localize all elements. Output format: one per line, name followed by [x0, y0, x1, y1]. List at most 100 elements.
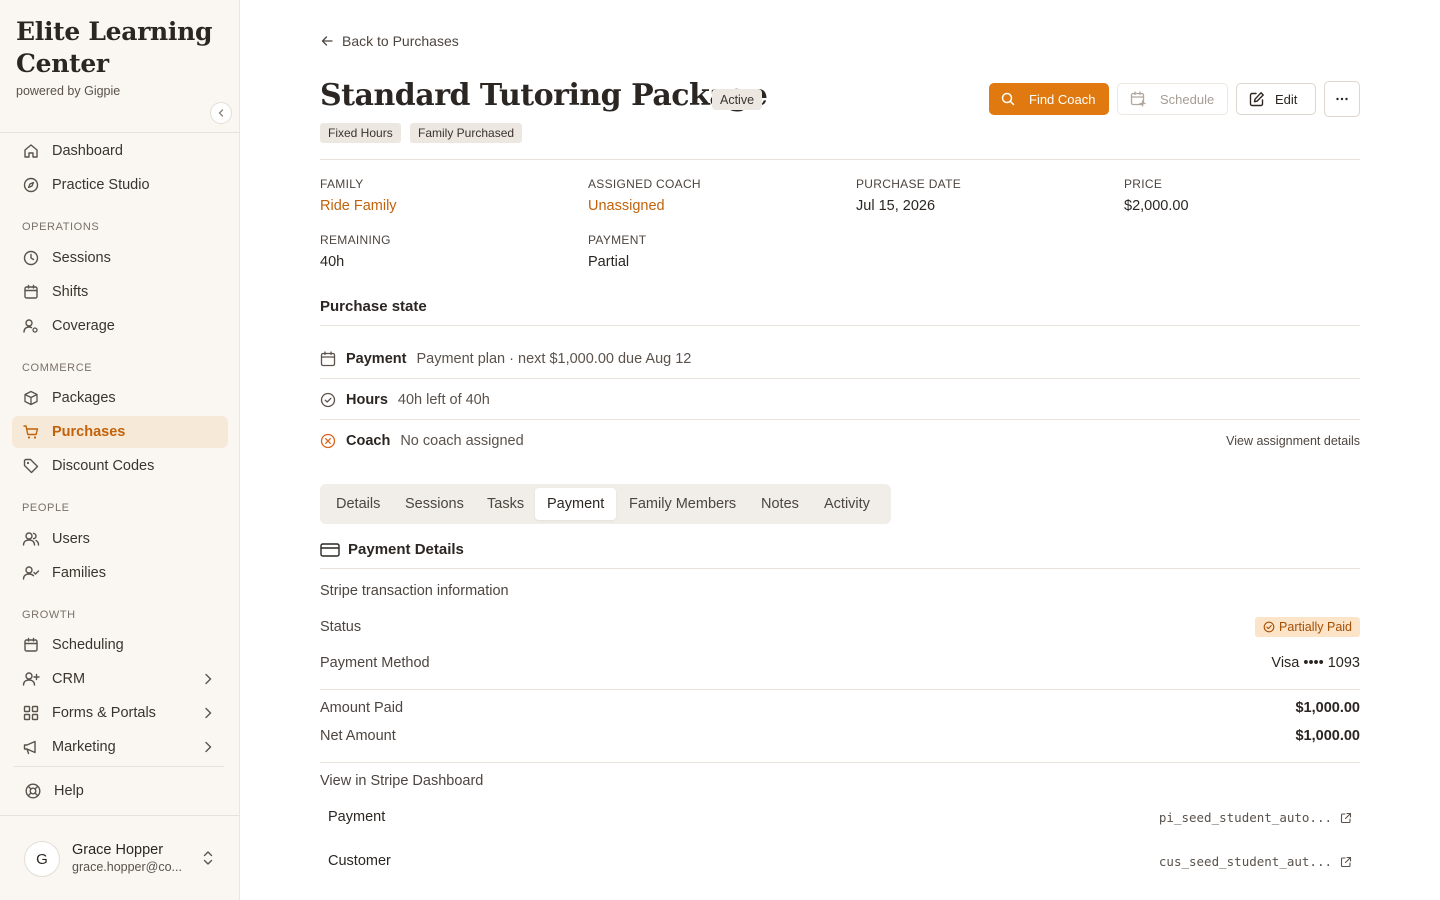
user-cog-icon — [22, 317, 40, 335]
tab-details[interactable]: Details — [324, 488, 392, 520]
view-assignment-details-link[interactable]: View assignment details — [1226, 434, 1360, 448]
sidebar-item-label: Dashboard — [52, 143, 123, 159]
sidebar-item-packages[interactable]: Packages — [12, 382, 228, 414]
state-row-payment: Payment Payment plan · next $1,000.00 du… — [320, 338, 1360, 379]
sidebar-item-label: Purchases — [52, 424, 126, 440]
customer-ref-label: Customer — [328, 853, 391, 869]
sidebar-item-dashboard[interactable]: Dashboard — [12, 135, 228, 167]
state-value: 40h left of 40h — [397, 391, 490, 408]
more-actions-button[interactable] — [1324, 81, 1360, 117]
state-label: Coach — [346, 432, 391, 449]
sidebar-item-label: Shifts — [52, 284, 89, 300]
tab-family-members[interactable]: Family Members — [617, 488, 748, 520]
sidebar-section-operations: OPERATIONS — [22, 221, 100, 233]
back-to-purchases-link[interactable]: Back to Purchases — [320, 33, 459, 49]
back-link-label: Back to Purchases — [342, 33, 459, 49]
purchase-date-label: PURCHASE DATE — [856, 177, 962, 191]
calendar-plus-icon — [1130, 91, 1146, 107]
state-row-coach: Coach No coach assigned View assignment … — [320, 420, 1360, 461]
edit-icon — [1249, 92, 1264, 107]
price-label: PRICE — [1124, 177, 1163, 191]
external-link-icon — [1340, 812, 1352, 823]
sidebar-item-coverage[interactable]: Coverage — [12, 310, 228, 342]
assigned-coach-link[interactable]: Unassigned — [588, 198, 665, 214]
sidebar-item-crm[interactable]: CRM — [12, 663, 228, 695]
payment-ref-link[interactable]: pi_seed_student_auto... — [1159, 810, 1352, 825]
sidebar-item-label: Help — [54, 783, 84, 799]
divider — [320, 159, 1360, 160]
payment-ref-value: pi_seed_student_auto... — [1158, 810, 1332, 825]
compass-icon — [22, 176, 40, 194]
tab-payment[interactable]: Payment — [535, 488, 617, 520]
status-badge: Active — [712, 89, 763, 110]
user-menu[interactable]: G Grace Hopper grace.hopper@co... — [24, 840, 224, 878]
tag-family-purchased: Family Purchased — [410, 123, 523, 143]
payment-details-subtitle: Stripe transaction information — [320, 583, 509, 599]
payment-method-label: Payment Method — [320, 655, 430, 671]
sidebar: Elite Learning Center powered by Gigpie … — [0, 0, 240, 900]
sidebar-item-discount-codes[interactable]: Discount Codes — [12, 450, 228, 482]
calendar-icon — [22, 636, 40, 654]
tag-fixed-hours: Fixed Hours — [320, 123, 401, 143]
megaphone-icon — [22, 738, 40, 756]
calendar-icon — [320, 350, 336, 367]
sidebar-divider — [0, 132, 239, 133]
sidebar-item-families[interactable]: Families — [12, 557, 228, 589]
find-coach-button[interactable]: Find Coach — [989, 83, 1109, 115]
sidebar-item-marketing[interactable]: Marketing — [12, 731, 228, 763]
schedule-button[interactable]: Schedule — [1117, 83, 1228, 115]
main-content: Back to Purchases Standard Tutoring Pack… — [320, 0, 1360, 900]
payment-status-text: Partially Paid — [1279, 620, 1352, 634]
tab-sessions[interactable]: Sessions — [393, 488, 476, 520]
cart-icon — [22, 423, 40, 441]
sidebar-item-practice-studio[interactable]: Practice Studio — [12, 169, 228, 201]
customer-ref-value: cus_seed_student_aut... — [1158, 854, 1332, 869]
sidebar-item-users[interactable]: Users — [12, 523, 228, 555]
state-value: No coach assigned — [400, 432, 524, 449]
user-name: Grace Hopper — [72, 842, 164, 858]
family-link[interactable]: Ride Family — [320, 198, 397, 214]
sidebar-item-forms-portals[interactable]: Forms & Portals — [12, 697, 228, 729]
tab-notes[interactable]: Notes — [749, 488, 811, 520]
edit-label: Edit — [1275, 91, 1298, 107]
collapse-sidebar-button[interactable] — [210, 102, 232, 124]
lifebuoy-icon — [24, 782, 42, 800]
sidebar-item-label: Discount Codes — [52, 458, 155, 474]
chevron-left-icon — [218, 109, 224, 117]
customer-ref-link[interactable]: cus_seed_student_aut... — [1159, 854, 1352, 869]
payment-method-value: Visa •••• 1093 — [1271, 655, 1360, 671]
sidebar-item-sessions[interactable]: Sessions — [12, 242, 228, 274]
sidebar-divider — [0, 815, 239, 816]
state-label: Hours — [346, 391, 388, 408]
divider — [320, 568, 1360, 569]
search-icon — [1001, 92, 1015, 106]
credit-card-icon — [320, 542, 340, 557]
sidebar-item-purchases[interactable]: Purchases — [12, 416, 228, 448]
chevron-right-icon — [200, 671, 216, 691]
sidebar-item-shifts[interactable]: Shifts — [12, 276, 228, 308]
sidebar-item-label: Marketing — [52, 739, 116, 755]
amount-paid-value: $1,000.00 — [1295, 700, 1360, 716]
sidebar-item-scheduling[interactable]: Scheduling — [12, 629, 228, 661]
divider — [320, 762, 1360, 763]
sidebar-item-label: Practice Studio — [52, 177, 150, 193]
brand: Elite Learning Center powered by Gigpie — [16, 16, 216, 98]
payment-ref-label: Payment — [328, 809, 386, 825]
sidebar-divider — [14, 766, 224, 767]
sidebar-item-label: Families — [52, 565, 106, 581]
avatar: G — [24, 841, 60, 877]
purchase-date-value: Jul 15, 2026 — [856, 198, 936, 214]
clock-icon — [22, 249, 40, 267]
external-link-icon — [1340, 856, 1352, 867]
brand-title: Elite Learning Center — [16, 16, 216, 80]
sidebar-item-help[interactable]: Help — [14, 775, 230, 807]
family-label: FAMILY — [320, 177, 364, 191]
divider — [320, 325, 1360, 326]
view-in-stripe-dashboard-link[interactable]: View in Stripe Dashboard — [320, 773, 483, 789]
user-plus-icon — [22, 670, 40, 688]
find-coach-label: Find Coach — [1029, 91, 1096, 107]
tab-activity[interactable]: Activity — [812, 488, 882, 520]
tag-icon — [22, 457, 40, 475]
edit-button[interactable]: Edit — [1236, 83, 1316, 115]
tab-tasks[interactable]: Tasks — [475, 488, 536, 520]
